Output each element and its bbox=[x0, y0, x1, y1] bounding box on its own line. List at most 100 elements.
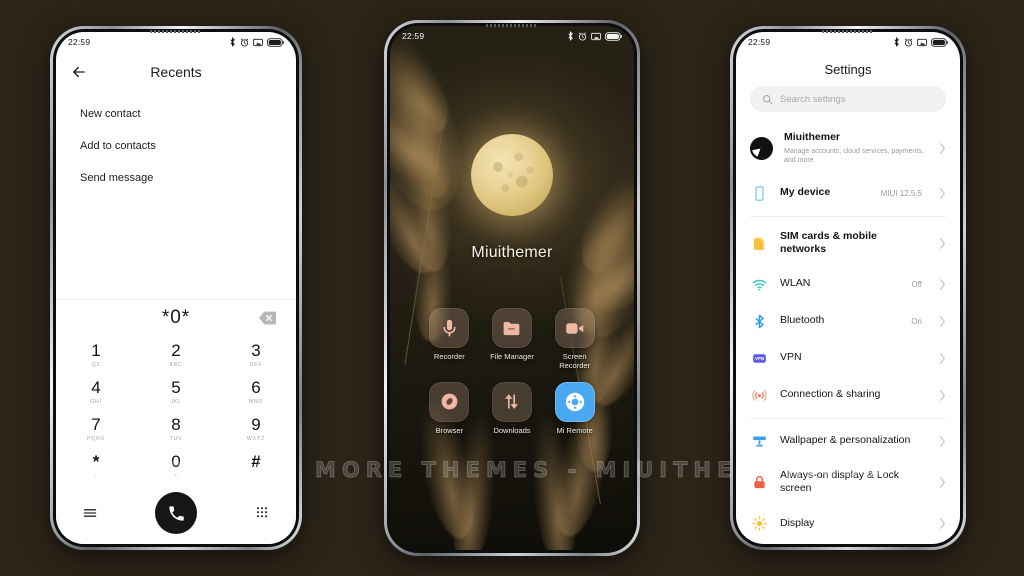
row-body: Connection & sharing bbox=[780, 388, 911, 402]
phone-device-left: 22:59 Recents New contact Add to contact… bbox=[50, 26, 302, 550]
app-recorder[interactable]: Recorder bbox=[418, 308, 481, 371]
dialer-panel: *0* 1 QZ 2 ABC 3 DEF 4 GHI 5 JKL 6 MNO 7 PQRS 8… bbox=[56, 299, 296, 544]
status-bar-right: 22:59 bbox=[736, 32, 960, 52]
action-new-contact[interactable]: New contact bbox=[56, 98, 296, 130]
key-letters: TUV bbox=[169, 435, 183, 442]
key-6[interactable]: 6 MNO bbox=[216, 373, 296, 410]
settings-item-value: Off bbox=[911, 279, 922, 289]
action-add-to-contacts[interactable]: Add to contacts bbox=[56, 130, 296, 162]
row-body: VPN bbox=[780, 351, 911, 365]
screen-home: 22:59 Miuithemer Recorder File Manager S… bbox=[390, 26, 634, 550]
row-body: Wallpaper & personalization bbox=[780, 434, 911, 448]
phone-outline-icon bbox=[750, 184, 769, 203]
earpiece-speaker bbox=[822, 30, 874, 33]
call-button[interactable] bbox=[155, 492, 197, 534]
chevron-right-icon bbox=[939, 315, 946, 327]
app-label: File Manager bbox=[490, 352, 534, 361]
settings-list: Miuithemer Manage accounts, cloud servic… bbox=[736, 122, 960, 544]
connection-sharing-icon bbox=[750, 386, 769, 405]
chevron-right-icon bbox=[939, 142, 946, 154]
key-letters: JKL bbox=[170, 398, 182, 405]
settings-item-label: Wallpaper & personalization bbox=[780, 434, 911, 447]
settings-row-wallpaper[interactable]: Wallpaper & personalization bbox=[736, 423, 960, 460]
battery-icon bbox=[605, 31, 622, 41]
key-letters: WXYZ bbox=[246, 435, 266, 442]
row-body: SIM cards & mobile networks bbox=[780, 230, 911, 257]
brightness-sun-icon bbox=[750, 514, 769, 533]
alarm-icon bbox=[904, 37, 913, 47]
key-letters: MNO bbox=[248, 398, 264, 405]
bluetooth-icon bbox=[750, 312, 769, 331]
back-arrow-icon[interactable] bbox=[70, 63, 88, 81]
wallpaper-icon bbox=[750, 432, 769, 451]
browser-icon-tile bbox=[429, 381, 470, 422]
keypad-dots-icon[interactable] bbox=[254, 505, 270, 521]
phone-bezel-right: 22:59 Settings Search settings Miuitheme… bbox=[733, 29, 963, 547]
key-4[interactable]: 4 GHI bbox=[56, 373, 136, 410]
up-down-arrows-icon bbox=[505, 394, 519, 410]
key-letters: ABC bbox=[169, 361, 183, 368]
settings-row-sim-cards[interactable]: SIM cards & mobile networks bbox=[736, 221, 960, 266]
app-mi-remote[interactable]: Mi Remote bbox=[543, 381, 606, 435]
settings-row-display[interactable]: Display bbox=[736, 505, 960, 542]
search-input[interactable]: Search settings bbox=[750, 86, 946, 112]
key-number: # bbox=[251, 451, 261, 471]
status-icons bbox=[567, 31, 622, 41]
settings-row-bluetooth[interactable]: Bluetooth On bbox=[736, 303, 960, 340]
chevron-right-icon bbox=[939, 187, 946, 199]
app-downloads[interactable]: Downloads bbox=[481, 381, 544, 435]
video-camera-icon bbox=[566, 322, 584, 334]
key-9[interactable]: 9 WXYZ bbox=[216, 410, 296, 447]
key-1[interactable]: 1 QZ bbox=[56, 336, 136, 373]
key-2[interactable]: 2 ABC bbox=[136, 336, 216, 373]
search-icon bbox=[762, 94, 773, 104]
key-3[interactable]: 3 DEF bbox=[216, 336, 296, 373]
key-number: 5 bbox=[171, 377, 181, 397]
key-8[interactable]: 8 TUV bbox=[136, 410, 216, 447]
settings-row-vpn[interactable]: VPN VPN bbox=[736, 340, 960, 377]
divider bbox=[750, 417, 946, 419]
key-letters: PQRS bbox=[87, 435, 105, 442]
settings-row-my-device[interactable]: My device MIUI 12.5.5 bbox=[736, 175, 960, 212]
settings-item-label: Connection & sharing bbox=[780, 388, 881, 401]
row-body: WLAN bbox=[780, 277, 900, 291]
settings-row-wlan[interactable]: WLAN Off bbox=[736, 266, 960, 303]
phone-bezel-center: 22:59 Miuithemer Recorder File Manager S… bbox=[387, 23, 637, 553]
account-body: Miuithemer Manage accounts, cloud servic… bbox=[784, 131, 928, 166]
backspace-icon[interactable] bbox=[259, 311, 276, 325]
settings-row-always-on-display[interactable]: Always-on display & Lock screen bbox=[736, 460, 960, 505]
dialer-keypad: 1 QZ 2 ABC 3 DEF 4 GHI 5 JKL 6 MNO 7 PQRS 8 TUV … bbox=[56, 336, 296, 484]
settings-row-account[interactable]: Miuithemer Manage accounts, cloud servic… bbox=[736, 122, 960, 175]
dial-display: *0* bbox=[56, 300, 296, 336]
key-5[interactable]: 5 JKL bbox=[136, 373, 216, 410]
key-0[interactable]: 0 + bbox=[136, 447, 216, 484]
key-hash[interactable]: # bbox=[216, 447, 296, 484]
key-7[interactable]: 7 PQRS bbox=[56, 410, 136, 447]
avatar bbox=[750, 136, 773, 160]
key-number: 6 bbox=[251, 377, 261, 397]
earpiece-speaker bbox=[486, 24, 538, 27]
screenshot-icon bbox=[917, 38, 927, 46]
hamburger-menu-icon[interactable] bbox=[82, 505, 98, 521]
status-time: 22:59 bbox=[748, 37, 771, 47]
app-screen-recorder[interactable]: Screen Recorder bbox=[543, 308, 606, 371]
action-send-message[interactable]: Send message bbox=[56, 162, 296, 194]
bluetooth-icon bbox=[230, 37, 235, 47]
status-bar-center: 22:59 bbox=[390, 26, 634, 46]
vpn-badge-icon: VPN bbox=[750, 349, 769, 368]
key-number: 8 bbox=[171, 414, 181, 434]
row-body: My device bbox=[780, 186, 870, 200]
app-browser[interactable]: Browser bbox=[418, 381, 481, 435]
page-title: Recents bbox=[150, 64, 202, 80]
app-file-manager[interactable]: File Manager bbox=[481, 308, 544, 371]
search-wrap: Search settings bbox=[736, 86, 960, 122]
earpiece-speaker bbox=[150, 30, 202, 33]
page-title: Settings bbox=[824, 62, 872, 77]
dialed-number[interactable]: *0* bbox=[162, 307, 190, 329]
lock-icon bbox=[750, 473, 769, 492]
app-label: Browser bbox=[435, 425, 464, 435]
screen-settings: 22:59 Settings Search settings Miuitheme… bbox=[736, 32, 960, 544]
key-star[interactable]: *, bbox=[56, 447, 136, 484]
sim-card-icon bbox=[750, 234, 769, 253]
settings-row-connection-sharing[interactable]: Connection & sharing bbox=[736, 377, 960, 414]
